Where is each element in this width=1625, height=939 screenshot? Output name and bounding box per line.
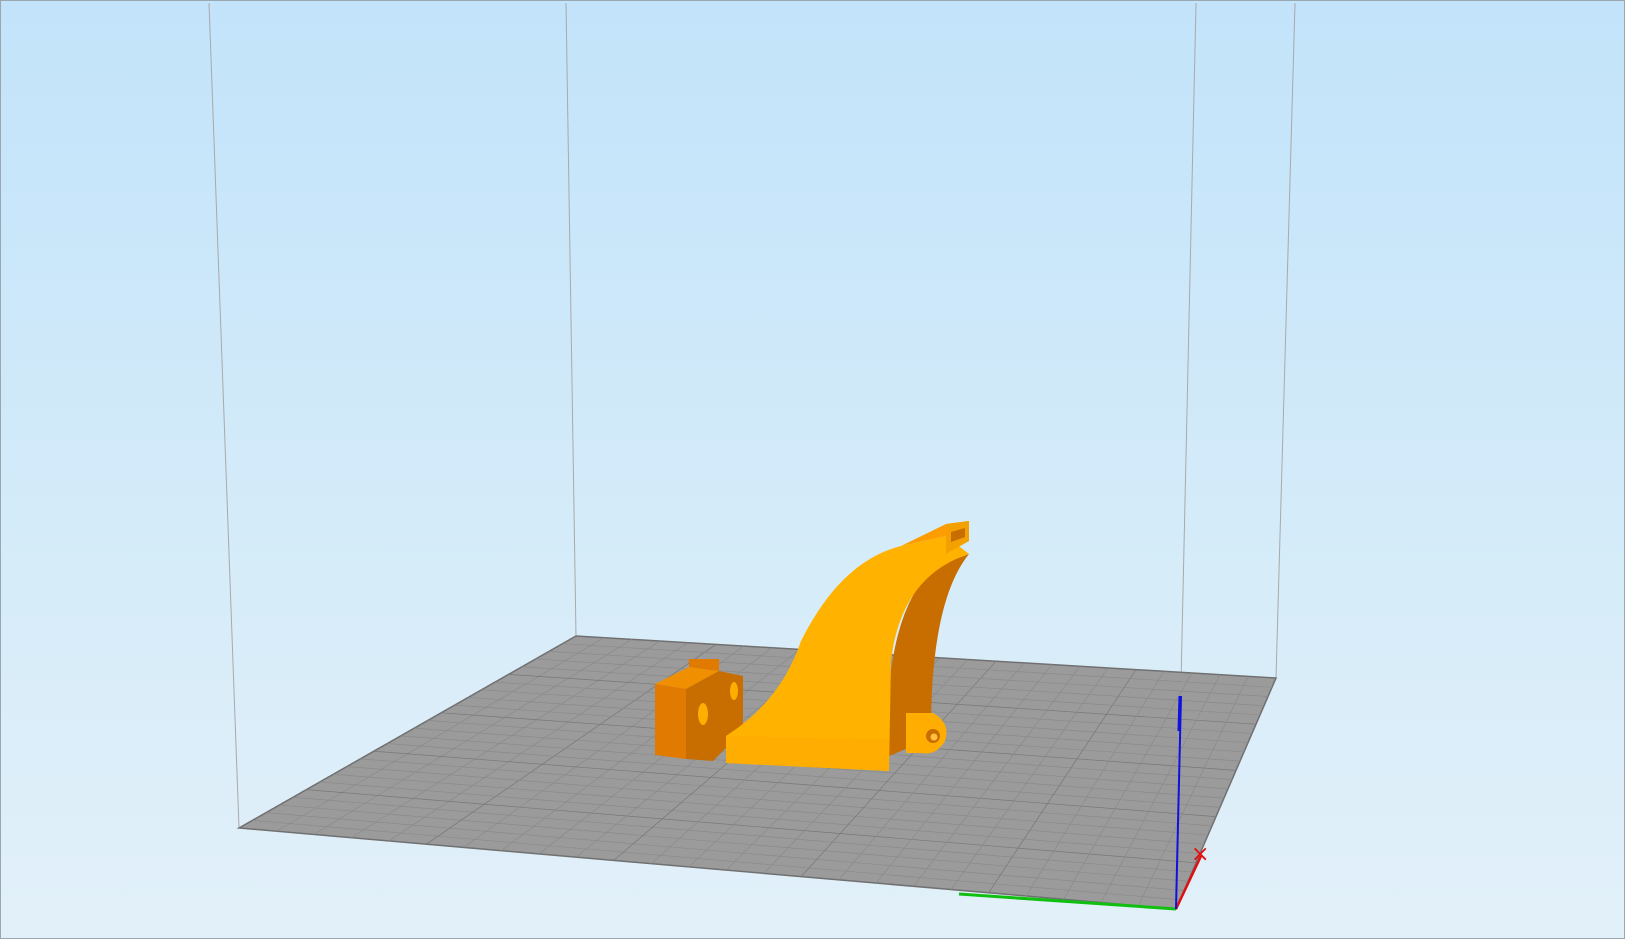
block-hole [698, 703, 708, 725]
volume-edge-front-left [208, 2, 240, 829]
volume-edge-back-left [565, 2, 577, 637]
x-axis-label: × [1191, 842, 1209, 867]
3d-viewport[interactable]: × [0, 0, 1625, 939]
block-hole-2 [730, 682, 738, 700]
scene-canvas[interactable]: × [1, 1, 1625, 939]
fin-lug-hole [930, 733, 938, 741]
model-part-fin[interactable] [726, 521, 969, 771]
build-plate[interactable] [236, 635, 1278, 910]
volume-edge-back-right [1275, 2, 1296, 679]
z-axis-tip [1177, 695, 1182, 732]
block-front-face [655, 684, 686, 759]
